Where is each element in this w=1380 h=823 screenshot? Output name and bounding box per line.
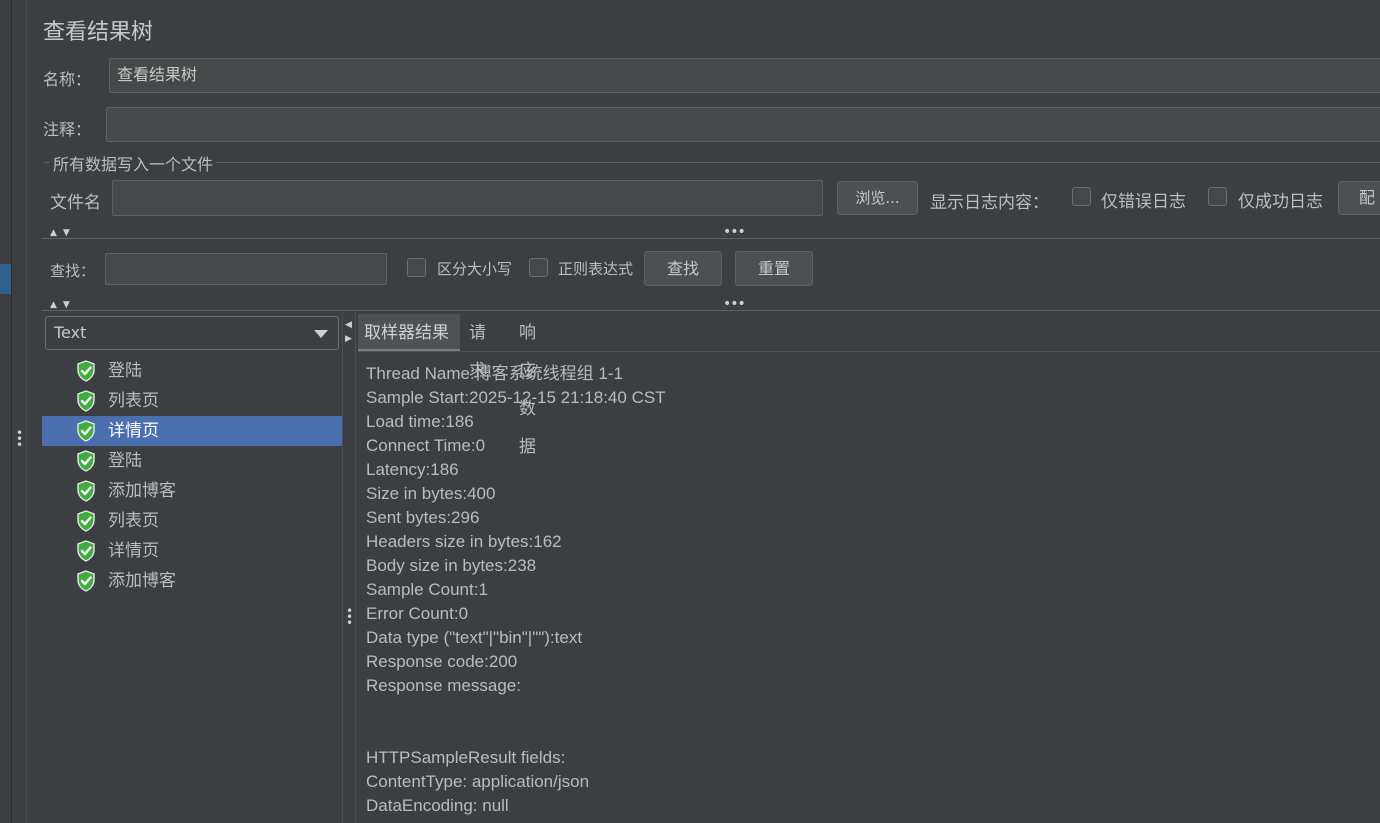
tree-item-label: 添加博客	[108, 481, 176, 501]
result-line: Load time:186	[366, 412, 474, 431]
collapse-arrows-icon[interactable]: ▲▼	[50, 228, 76, 238]
renderer-select-value: Text	[54, 323, 87, 342]
search-label: 查找：	[50, 262, 96, 280]
file-group-border	[44, 162, 1380, 163]
name-label: 名称：	[43, 70, 92, 89]
result-line: Connect Time:0	[366, 436, 486, 455]
tree-item-label: 详情页	[108, 541, 159, 561]
success-only-checkbox[interactable]	[1208, 187, 1227, 206]
tree-item[interactable]: 登陆	[42, 446, 342, 476]
result-line: Size in bytes:400	[366, 484, 496, 503]
file-group-title: 所有数据写入一个文件	[50, 151, 217, 175]
tab-sampler-result[interactable]: 取样器结果	[358, 314, 460, 352]
splitter-2[interactable]	[42, 310, 1380, 311]
tab-request[interactable]: 请求	[463, 314, 492, 381]
renderer-select[interactable]: Text	[45, 316, 339, 350]
result-line: Response message:	[366, 676, 521, 695]
case-sensitive-checkbox[interactable]	[407, 258, 426, 277]
splitter-grip-icon: • • •	[346, 604, 354, 630]
result-line: Error Count:0	[366, 604, 469, 623]
tree-item[interactable]: 添加博客	[42, 566, 342, 596]
comment-label: 注释：	[43, 120, 92, 139]
filename-label: 文件名	[50, 193, 101, 213]
shield-check-icon	[76, 570, 96, 592]
result-line: HTTPSampleResult fields:	[366, 748, 566, 767]
shield-check-icon	[76, 390, 96, 412]
results-tree: 登陆 列表页 详情页 登陆 添加博客 列表页 详情页 添加博客	[42, 356, 342, 596]
sampler-result-text: Thread Name:博客系统线程组 1-1 Sample Start:2025…	[366, 362, 666, 818]
shield-check-icon	[76, 420, 96, 442]
errors-only-label: 仅错误日志	[1101, 192, 1186, 212]
result-line: Latency:186	[366, 460, 459, 479]
result-line: Sample Count:1	[366, 580, 488, 599]
tree-item-label: 详情页	[108, 421, 159, 441]
browse-button[interactable]: 浏览...	[837, 181, 918, 215]
result-line	[366, 722, 666, 746]
result-line: Body size in bytes:238	[366, 556, 537, 575]
case-sensitive-label: 区分大小写	[437, 260, 513, 278]
result-line: Response code:200	[366, 652, 518, 671]
result-line: ContentType: application/json	[366, 772, 590, 791]
shield-check-icon	[76, 510, 96, 532]
splitter-grip-icon[interactable]: •••	[723, 224, 746, 240]
filename-input[interactable]	[112, 180, 823, 216]
splitter-grip-icon[interactable]: •••	[723, 296, 746, 312]
result-line: Sent bytes:296	[366, 508, 480, 527]
result-line: Data type ("text"|"bin"|""):text	[366, 628, 583, 647]
tree-item-label: 登陆	[108, 451, 142, 471]
log-display-label: 显示日志内容：	[930, 193, 1049, 213]
page-title: 查看结果树	[43, 20, 154, 45]
collapse-arrows-icon[interactable]: ▲▼	[50, 300, 76, 310]
tree-item[interactable]: 详情页	[42, 536, 342, 566]
panel-divider[interactable]: ◀ ▶ • • •	[342, 312, 356, 823]
left-sidebar-strip	[0, 0, 12, 823]
active-marker	[0, 264, 11, 294]
collapse-arrows-icon[interactable]: ◀ ▶	[345, 318, 352, 346]
tree-item[interactable]: 添加博客	[42, 476, 342, 506]
result-line: DataEncoding: null	[366, 796, 509, 815]
result-line: Sample Start:2025-12-15 21:18:40 CST	[366, 388, 666, 407]
comment-input[interactable]	[106, 107, 1380, 142]
configure-button[interactable]: 配	[1338, 181, 1380, 215]
chevron-down-icon	[314, 330, 328, 338]
result-line: Thread Name:博客系统线程组 1-1	[366, 364, 623, 383]
shield-check-icon	[76, 450, 96, 472]
splitter-1[interactable]	[42, 238, 1380, 239]
shield-check-icon	[76, 360, 96, 382]
tab-response-data[interactable]: 响应数据	[513, 314, 542, 457]
regex-label: 正则表达式	[558, 260, 634, 278]
reset-button[interactable]: 重置	[735, 251, 813, 286]
shield-check-icon	[76, 540, 96, 562]
left-splitter[interactable]: • • •	[13, 0, 27, 823]
tree-item-label: 列表页	[108, 511, 159, 531]
tree-item[interactable]: 详情页	[42, 416, 342, 446]
name-input[interactable]: 查看结果树	[109, 58, 1380, 93]
tree-item[interactable]: 列表页	[42, 506, 342, 536]
shield-check-icon	[76, 480, 96, 502]
tree-item[interactable]: 登陆	[42, 356, 342, 386]
result-line	[366, 698, 666, 722]
success-only-label: 仅成功日志	[1238, 192, 1323, 212]
regex-checkbox[interactable]	[529, 258, 548, 277]
tree-item-label: 列表页	[108, 391, 159, 411]
tab-underline	[358, 351, 1380, 352]
errors-only-checkbox[interactable]	[1072, 187, 1091, 206]
search-input[interactable]	[105, 253, 387, 285]
find-button[interactable]: 查找	[644, 251, 722, 286]
splitter-grip-icon: • • •	[16, 426, 24, 452]
tree-item-label: 登陆	[108, 361, 142, 381]
tree-item-label: 添加博客	[108, 571, 176, 591]
result-line: Headers size in bytes:162	[366, 532, 562, 551]
tree-item[interactable]: 列表页	[42, 386, 342, 416]
